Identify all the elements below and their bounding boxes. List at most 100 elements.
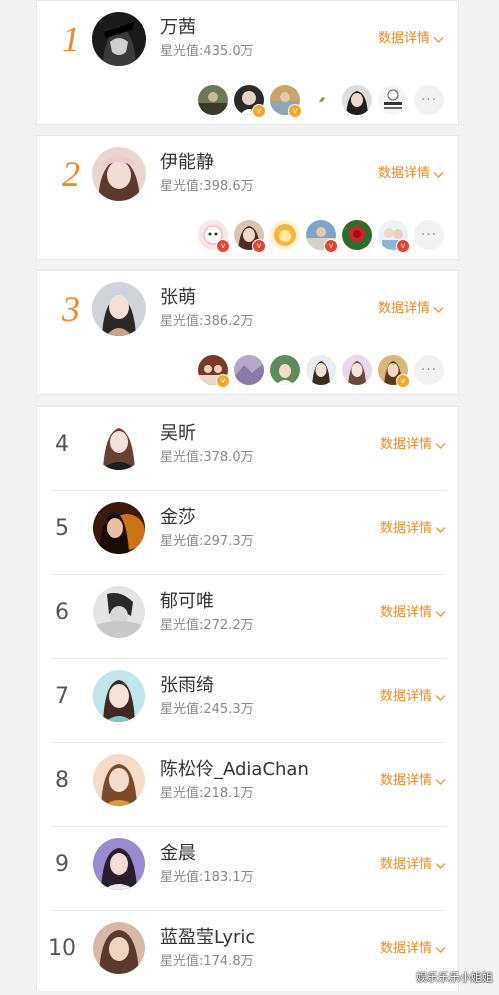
chevron-down-icon: [435, 442, 446, 449]
star-score: 星光值:272.2万: [160, 618, 254, 633]
fan-avatar[interactable]: v: [378, 355, 410, 388]
rank-number: 3: [62, 289, 80, 329]
data-detail-label: 数据详情: [379, 521, 432, 536]
fan-avatar[interactable]: [306, 85, 336, 115]
fan-avatar[interactable]: [270, 220, 300, 250]
chevron-down-icon: [433, 36, 444, 43]
verified-badge-icon: v: [396, 239, 410, 253]
fan-avatar[interactable]: [342, 220, 372, 250]
star-score: 星光值:174.8万: [160, 954, 254, 969]
fan-avatar[interactable]: v: [306, 220, 338, 253]
list-item[interactable]: 9 金晨 星光值:183.1万 数据详情: [37, 827, 460, 911]
fan-avatar[interactable]: [234, 355, 264, 385]
list-item[interactable]: 4 吴昕 星光值:378.0万 数据详情: [37, 407, 460, 491]
data-detail-link[interactable]: 数据详情: [380, 857, 446, 873]
data-detail-link[interactable]: 数据详情: [378, 166, 444, 182]
list-item[interactable]: 7 张雨绮 星光值:245.3万 数据详情: [37, 659, 460, 743]
star-name[interactable]: 吴昕: [160, 423, 196, 445]
avatar[interactable]: [93, 670, 145, 722]
star-name[interactable]: 陈松伶_AdiaChan: [160, 759, 309, 781]
more-fans-button[interactable]: ···: [414, 85, 444, 115]
avatar[interactable]: [93, 586, 145, 638]
verified-badge-icon: v: [324, 239, 338, 253]
more-fans-button[interactable]: ···: [414, 355, 444, 385]
rank-list: 4 吴昕 星光值:378.0万 数据详情 5 金莎 星光值:297.3万 数据详…: [36, 406, 459, 991]
data-detail-link[interactable]: 数据详情: [380, 521, 446, 537]
star-name[interactable]: 伊能静: [160, 152, 214, 174]
data-detail-label: 数据详情: [379, 773, 432, 788]
fan-avatar[interactable]: [306, 355, 336, 385]
star-score: 星光值:386.2万: [160, 314, 254, 329]
list-item[interactable]: 10 蓝盈莹Lyric 星光值:174.8万 数据详情: [37, 911, 460, 995]
rank-number: 8: [55, 768, 69, 793]
data-detail-link[interactable]: 数据详情: [378, 301, 444, 317]
avatar[interactable]: [93, 502, 145, 554]
rank-number: 1: [62, 19, 80, 59]
star-score: 星光值:183.1万: [160, 870, 254, 885]
data-detail-link[interactable]: 数据详情: [378, 31, 444, 47]
list-item[interactable]: 5 金莎 星光值:297.3万 数据详情: [37, 491, 460, 575]
star-name[interactable]: 万茜: [160, 17, 196, 39]
more-fans-button[interactable]: ···: [414, 220, 444, 250]
data-detail-label: 数据详情: [379, 941, 432, 956]
data-detail-link[interactable]: 数据详情: [380, 941, 446, 957]
data-detail-label: 数据详情: [379, 437, 432, 452]
data-detail-label: 数据详情: [377, 166, 430, 181]
fan-avatar[interactable]: [378, 85, 408, 115]
data-detail-link[interactable]: 数据详情: [380, 605, 446, 621]
avatar[interactable]: [93, 754, 145, 806]
fan-avatars: v v ···: [198, 85, 444, 118]
avatar[interactable]: [92, 147, 146, 201]
data-detail-label: 数据详情: [377, 301, 430, 316]
verified-badge-icon: v: [288, 104, 302, 118]
fan-avatar[interactable]: [198, 85, 228, 115]
star-name[interactable]: 蓝盈莹Lyric: [160, 927, 255, 949]
fan-avatars: v v v v ···: [198, 220, 444, 253]
verified-badge-icon: v: [216, 374, 230, 388]
rank-card-1: 1 万茜 星光值:435.0万 数据详情 v v ···: [36, 0, 459, 125]
chevron-down-icon: [435, 526, 446, 533]
verified-badge-icon: v: [252, 239, 266, 253]
data-detail-label: 数据详情: [379, 689, 432, 704]
data-detail-label: 数据详情: [379, 857, 432, 872]
avatar[interactable]: [93, 418, 145, 470]
star-name[interactable]: 金晨: [160, 843, 196, 865]
star-score: 星光值:245.3万: [160, 702, 254, 717]
data-detail-link[interactable]: 数据详情: [380, 689, 446, 705]
fan-avatar[interactable]: v: [270, 85, 302, 118]
chevron-down-icon: [433, 171, 444, 178]
chevron-down-icon: [433, 306, 444, 313]
star-score: 星光值:435.0万: [160, 44, 254, 59]
watermark: 娱乐乐乐小姐姐: [416, 971, 493, 984]
avatar[interactable]: [92, 12, 146, 66]
verified-badge-icon: v: [216, 239, 230, 253]
fan-avatar[interactable]: [342, 85, 372, 115]
fan-avatar[interactable]: v: [378, 220, 410, 253]
rank-number: 9: [55, 852, 69, 877]
fan-avatar[interactable]: [342, 355, 372, 385]
avatar[interactable]: [93, 838, 145, 890]
star-name[interactable]: 张萌: [160, 287, 196, 309]
fan-avatar[interactable]: v: [198, 355, 230, 388]
data-detail-label: 数据详情: [377, 31, 430, 46]
star-name[interactable]: 张雨绮: [160, 675, 214, 697]
star-score: 星光值:297.3万: [160, 534, 254, 549]
fan-avatar[interactable]: v: [198, 220, 230, 253]
chevron-down-icon: [435, 862, 446, 869]
rank-card-2: 2 伊能静 星光值:398.6万 数据详情 v v v v ···: [36, 135, 459, 260]
fan-avatar[interactable]: v: [234, 220, 266, 253]
data-detail-link[interactable]: 数据详情: [380, 773, 446, 789]
list-item[interactable]: 8 陈松伶_AdiaChan 星光值:218.1万 数据详情: [37, 743, 460, 827]
fan-avatar[interactable]: [270, 355, 300, 385]
star-score: 星光值:218.1万: [160, 786, 254, 801]
avatar[interactable]: [93, 922, 145, 974]
star-name[interactable]: 金莎: [160, 507, 196, 529]
rank-number: 10: [48, 936, 76, 961]
avatar[interactable]: [92, 282, 146, 336]
verified-badge-icon: v: [252, 104, 266, 118]
star-name[interactable]: 郁可唯: [160, 591, 214, 613]
data-detail-label: 数据详情: [379, 605, 432, 620]
data-detail-link[interactable]: 数据详情: [380, 437, 446, 453]
list-item[interactable]: 6 郁可唯 星光值:272.2万 数据详情: [37, 575, 460, 659]
fan-avatar[interactable]: v: [234, 85, 266, 118]
